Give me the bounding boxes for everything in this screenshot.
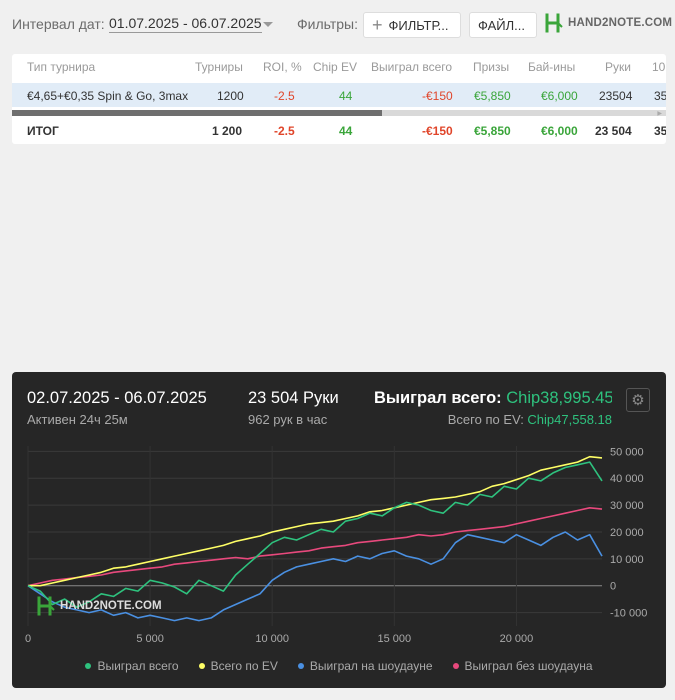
x-tick-label: 5 000	[136, 633, 164, 645]
cell-roi: -2.5	[274, 89, 295, 103]
x-tick-label: 20 000	[500, 633, 534, 645]
total-roi: -2.5	[274, 124, 295, 138]
graph-won-total: Выиграл всего: Chip38,995.45	[374, 389, 612, 408]
y-tick-label: 40 000	[610, 473, 644, 485]
col-header-buyins[interactable]: Бай-ины	[528, 60, 575, 74]
logo-text: HAND2NOTE.COM	[568, 17, 673, 29]
total-chip-ev: 44	[339, 124, 353, 138]
total-buyins: €6,000	[541, 124, 578, 138]
add-filter-label: ФИЛЬТР...	[388, 17, 449, 33]
file-button-label: ФАЙЛ...	[478, 17, 525, 33]
x-tick-label: 10 000	[255, 633, 289, 645]
legend-label: Выиграл всего	[97, 659, 179, 673]
legend-item[interactable]: Выиграл на шоудауне	[297, 659, 433, 673]
won-total-label: Выиграл всего:	[374, 389, 507, 407]
add-filter-button[interactable]: + ФИЛЬТР...	[363, 12, 461, 38]
graph-hands-per-hour: 962 рук в час	[248, 412, 328, 427]
legend-label: Всего по EV	[210, 659, 278, 673]
watermark-text: HAND2NOTE.COM	[60, 600, 162, 612]
h2n-logo-icon	[545, 13, 563, 33]
ev-total-label: Всего по EV:	[447, 412, 528, 427]
total-label: ИТОГ	[27, 124, 59, 138]
horizontal-scrollbar[interactable]: ▶	[12, 110, 666, 117]
cell-tournaments: 1200	[217, 89, 244, 103]
y-tick-label: 50 000	[610, 446, 644, 458]
col-header-roi[interactable]: ROI, %	[263, 60, 302, 74]
col-header-hands[interactable]: Руки	[605, 60, 631, 74]
col-header-won-total[interactable]: Выиграл всего	[371, 60, 452, 74]
series-line	[28, 455, 603, 587]
cell-buyins: €6,000	[541, 89, 578, 103]
y-tick-label: 0	[610, 581, 616, 593]
graph-ev-total: Всего по EV: Chip47,558.18	[374, 412, 612, 427]
col-header-tournaments[interactable]: Турниры	[195, 60, 243, 74]
hand2note-logo: HAND2NOTE.COM	[544, 13, 672, 33]
date-range-label: Интервал дат:	[12, 16, 105, 32]
legend-label: Выиграл на шоудауне	[309, 659, 433, 673]
gear-icon[interactable]: ⚙	[626, 388, 650, 412]
cell-hands: 23504	[599, 89, 633, 103]
cell-won-total: -€150	[422, 89, 453, 103]
graph-hands-count: 23 504 Руки	[248, 389, 339, 407]
legend-dot-icon	[452, 663, 459, 669]
chart-legend: Выиграл всего Всего по EV Выиграл на шоуда…	[12, 659, 666, 673]
legend-item[interactable]: Всего по EV	[198, 659, 278, 673]
y-tick-label: 10 000	[610, 554, 644, 566]
legend-item[interactable]: Выиграл без шоудауна	[452, 659, 593, 673]
date-range-select[interactable]: 01.07.2025 - 06.07.2025	[109, 15, 262, 33]
cell-prizes: €5,850	[474, 89, 511, 103]
legend-label: Выиграл без шоудауна	[464, 659, 593, 673]
total-tournaments: 1 200	[212, 124, 243, 138]
plus-icon: +	[372, 15, 383, 35]
graph-date-range: 02.07.2025 - 06.07.2025	[27, 389, 207, 407]
toolbar: Интервал дат: 01.07.2025 - 06.07.2025 Фи…	[0, 0, 675, 48]
won-total-value: Chip38,995.45	[506, 389, 612, 407]
x-tick-label: 15 000	[377, 633, 411, 645]
y-tick-label: 20 000	[610, 527, 644, 539]
table-header-row: Тип турнира Турниры ROI, % Chip EV Выигр…	[12, 54, 666, 78]
y-tick-label: 30 000	[610, 500, 644, 512]
y-tick-label: -10 000	[610, 608, 647, 620]
h2n-watermark-icon	[37, 596, 55, 616]
legend-dot-icon	[85, 663, 92, 669]
col-header-type[interactable]: Тип турнира	[27, 60, 95, 74]
cell-type: €4,65+€0,35 Spin & Go, 3max	[27, 89, 189, 103]
table-total-row: ИТОГ 1 200 -2.5 44 -€150 €5,850 €6,000 2…	[12, 118, 666, 142]
cell-chip-ev: 44	[339, 89, 353, 103]
filters-label: Фильтры:	[297, 16, 358, 32]
chart-watermark: HAND2NOTE.COM	[36, 596, 162, 616]
winnings-chart: -10 000 0 10 000 20 000 30 000 40 000 50 000 0 5…	[25, 446, 647, 645]
graph-active-time: Активен 24ч 25м	[27, 412, 128, 427]
legend-dot-icon	[198, 663, 205, 669]
chevron-down-icon[interactable]	[263, 22, 273, 27]
col-header-prizes[interactable]: Призы	[473, 60, 509, 74]
legend-item[interactable]: Выиграл всего	[85, 659, 179, 673]
ev-total-value: Chip47,558.18	[527, 412, 612, 427]
total-prizes: €5,850	[474, 124, 511, 138]
x-tick-label: 0	[25, 633, 31, 645]
total-won-total: -€150	[422, 124, 453, 138]
col-header-extra[interactable]: 10	[652, 60, 665, 74]
stats-table: Тип турнира Турниры ROI, % Chip EV Выигр…	[12, 54, 666, 144]
total-hands: 23 504	[595, 124, 632, 138]
scrollbar-thumb[interactable]	[12, 110, 382, 116]
legend-dot-icon	[297, 663, 304, 669]
total-extra: 35	[654, 124, 666, 138]
cell-extra: 35	[654, 89, 666, 103]
file-button[interactable]: ФАЙЛ...	[469, 12, 537, 38]
col-header-chip-ev[interactable]: Chip EV	[313, 60, 357, 74]
table-row[interactable]: €4,65+€0,35 Spin & Go, 3max 1200 -2.5 44…	[12, 83, 666, 107]
graph-panel: 02.07.2025 - 06.07.2025 Активен 24ч 25м …	[12, 372, 666, 688]
series-line	[27, 507, 603, 587]
scroll-right-icon[interactable]: ▶	[657, 110, 662, 117]
